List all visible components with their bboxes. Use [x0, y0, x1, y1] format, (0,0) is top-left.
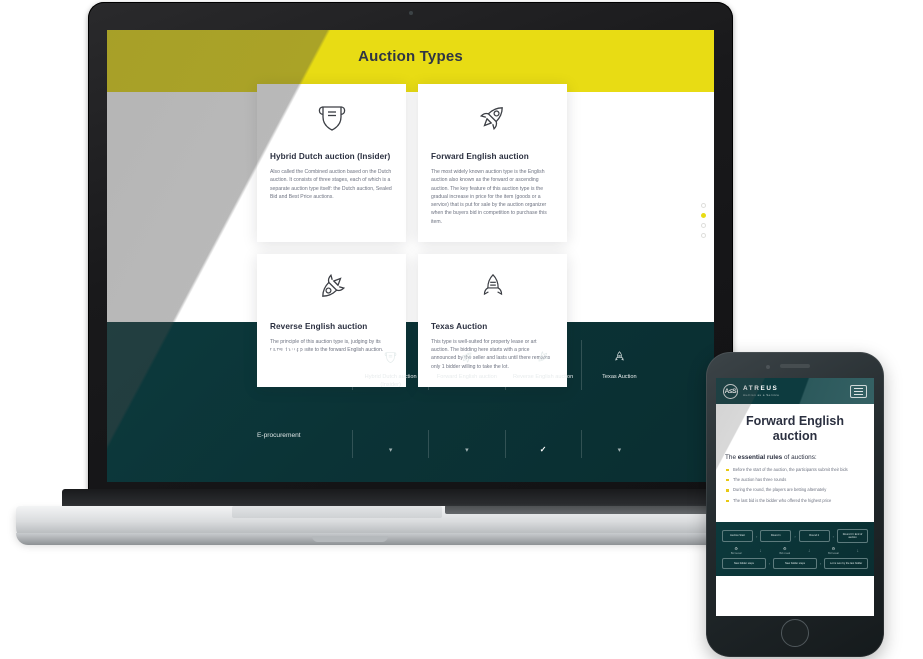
list-item: The last bid is the bidder who offered t… — [725, 498, 865, 504]
rocket-reverse-icon — [510, 346, 577, 368]
arrow-down-icon: ↓ — [807, 547, 811, 554]
brand-name: ATREUS — [743, 385, 779, 392]
arrow-right-icon: › — [768, 560, 771, 566]
card-title: Reverse English auction — [270, 321, 368, 331]
comparison-column-label: Reverse English auction — [512, 374, 574, 380]
rocket-up-icon — [586, 346, 653, 368]
flow-box: Round 2 — [798, 530, 830, 542]
flow-step-label: Bid reveal — [828, 551, 839, 555]
flow-top-row: Auction Start › Round 1 › Round 2 › Roun… — [721, 528, 869, 544]
laptop-screen-content: Auction Types Hybrid Dutch auction (Insi… — [107, 30, 714, 482]
comparison-cell[interactable]: ▾ — [352, 430, 428, 458]
comparison-table-row: E-procurement ▾ ▾ ✓ ▾ — [257, 430, 657, 458]
flow-box: Round 3 / End of auction — [837, 528, 869, 544]
comparison-column-label: Forward English auction — [436, 374, 497, 380]
mobile-subheading: The essential rules of auctions: — [725, 454, 865, 461]
phone-device-mockup: A≤S ATREUS Auction as a Service Forward … — [706, 352, 884, 657]
mobile-header: A≤S ATREUS Auction as a Service — [716, 378, 874, 404]
mobile-rules-list: Before the start of the auction, the par… — [725, 467, 865, 504]
shield-badge-icon — [270, 98, 393, 136]
subheading-prefix: The — [725, 453, 738, 461]
comparison-column[interactable]: Forward English auction — [428, 340, 504, 390]
card-description: Also called the Combined auction based o… — [270, 169, 392, 200]
dot-nav-item-active[interactable] — [701, 213, 706, 218]
flow-mid-row: ⚙ Bid reveal ↓ ⚙ Bid reveal ↓ ⚙ Bid reveal … — [722, 546, 868, 554]
shield-badge-icon — [357, 346, 424, 368]
flow-box: New bidder steps — [773, 557, 817, 569]
comparison-column-label: Hybrid Dutch auction (Insider) — [364, 374, 417, 389]
flow-box: Lot is won by the last bidder — [824, 557, 868, 569]
hamburger-menu-icon[interactable] — [850, 384, 867, 398]
list-item: During the round, the players are bettin… — [725, 487, 865, 493]
rocket-reverse-icon — [270, 268, 393, 306]
subheading-suffix: of auctions: — [782, 453, 817, 461]
chevron-down-icon: ▾ — [388, 447, 393, 454]
card-description: The most widely known auction type is th… — [431, 169, 547, 225]
chevron-down-icon: ▾ — [465, 447, 469, 454]
chevron-down-icon: ▾ — [617, 447, 622, 454]
card-title: Hybrid Dutch auction (Insider) — [270, 152, 391, 161]
comparison-row-cells: ▾ ▾ ✓ ▾ — [352, 430, 657, 458]
phone-home-button[interactable] — [781, 619, 809, 647]
rocket-icon — [431, 98, 554, 136]
brand-tagline: Auction as a Service — [743, 393, 780, 397]
laptop-base-notch — [312, 536, 388, 542]
flow-step-label: Bid reveal — [779, 551, 791, 555]
rocket-up-icon — [431, 268, 554, 306]
comparison-cell[interactable]: ▾ — [428, 430, 504, 458]
phone-earpiece — [780, 364, 810, 368]
page-title: Auction Types — [358, 48, 463, 65]
phone-camera-icon — [766, 365, 770, 369]
mobile-article: Forward English auction The essential ru… — [716, 404, 874, 516]
comparison-column[interactable]: Texas Auction — [580, 340, 657, 390]
arrow-right-icon: › — [832, 533, 835, 539]
comparison-cell[interactable]: ✓ — [504, 430, 581, 458]
laptop-trackpad — [232, 506, 442, 518]
dot-nav-item[interactable] — [701, 233, 706, 238]
laptop-base-lip — [16, 533, 811, 545]
auction-type-card[interactable]: Forward English auction The most widely … — [418, 84, 567, 242]
flow-step: ⚙ Bid reveal — [828, 546, 839, 554]
list-item: Before the start of the auction, the par… — [725, 467, 865, 473]
arrow-right-icon: › — [755, 533, 758, 539]
flow-step: ⚙ Bid reveal — [731, 546, 742, 554]
comparison-column[interactable]: Hybrid Dutch auction (Insider) — [352, 340, 428, 390]
flow-step-label: Bid reveal — [730, 551, 742, 555]
logo-mark-icon: A≤S — [723, 383, 738, 399]
dot-nav-item[interactable] — [701, 203, 706, 208]
laptop-device-mockup: Auction Types Hybrid Dutch auction (Insi… — [0, 0, 811, 570]
check-icon: ✓ — [539, 445, 547, 454]
rocket-icon — [433, 346, 500, 368]
comparison-column-label: Texas Auction — [602, 374, 637, 380]
auction-strategies-table-header: Auction strategies Hybrid Dutch auction … — [257, 340, 657, 390]
flow-box: New bidder steps — [722, 557, 766, 569]
dot-nav-item[interactable] — [701, 223, 706, 228]
laptop-webcam-icon — [408, 11, 413, 15]
card-title: Texas Auction — [431, 321, 488, 331]
card-title: Forward English auction — [431, 152, 529, 161]
flow-box: Auction Start — [721, 530, 753, 542]
phone-screen-content: A≤S ATREUS Auction as a Service Forward … — [716, 378, 874, 616]
comparison-row-label: E-procurement — [257, 432, 301, 439]
comparison-column[interactable]: Reverse English auction — [504, 340, 581, 390]
screenshot-stage: Auction Types Hybrid Dutch auction (Insi… — [0, 0, 923, 659]
subheading-emphasis: essential rules — [737, 453, 783, 461]
arrow-down-icon: ↓ — [856, 547, 860, 554]
section-dot-navigation[interactable] — [701, 198, 706, 243]
mobile-page-heading: Forward English auction — [746, 414, 844, 443]
comparison-heading: Auction strategies — [257, 340, 319, 372]
arrow-down-icon: ↓ — [759, 547, 762, 554]
flow-box: Round 1 — [760, 530, 792, 542]
mobile-auction-flow-diagram: Auction Start › Round 1 › Round 2 › Roun… — [716, 521, 874, 576]
flow-step: ⚙ Bid reveal — [780, 546, 791, 554]
auction-type-card[interactable]: Hybrid Dutch auction (Insider) Also call… — [257, 84, 406, 242]
comparison-cell[interactable]: ▾ — [580, 430, 657, 458]
brand-logo[interactable]: A≤S ATREUS Auction as a Service — [723, 383, 780, 399]
comparison-columns: Hybrid Dutch auction (Insider) Forward E… — [352, 340, 657, 390]
flow-bottom-row: New bidder steps › New bidder steps › Lo… — [722, 557, 868, 569]
arrow-right-icon: › — [794, 533, 796, 539]
list-item: The auction has three rounds — [725, 477, 865, 483]
arrow-right-icon: › — [819, 560, 822, 566]
